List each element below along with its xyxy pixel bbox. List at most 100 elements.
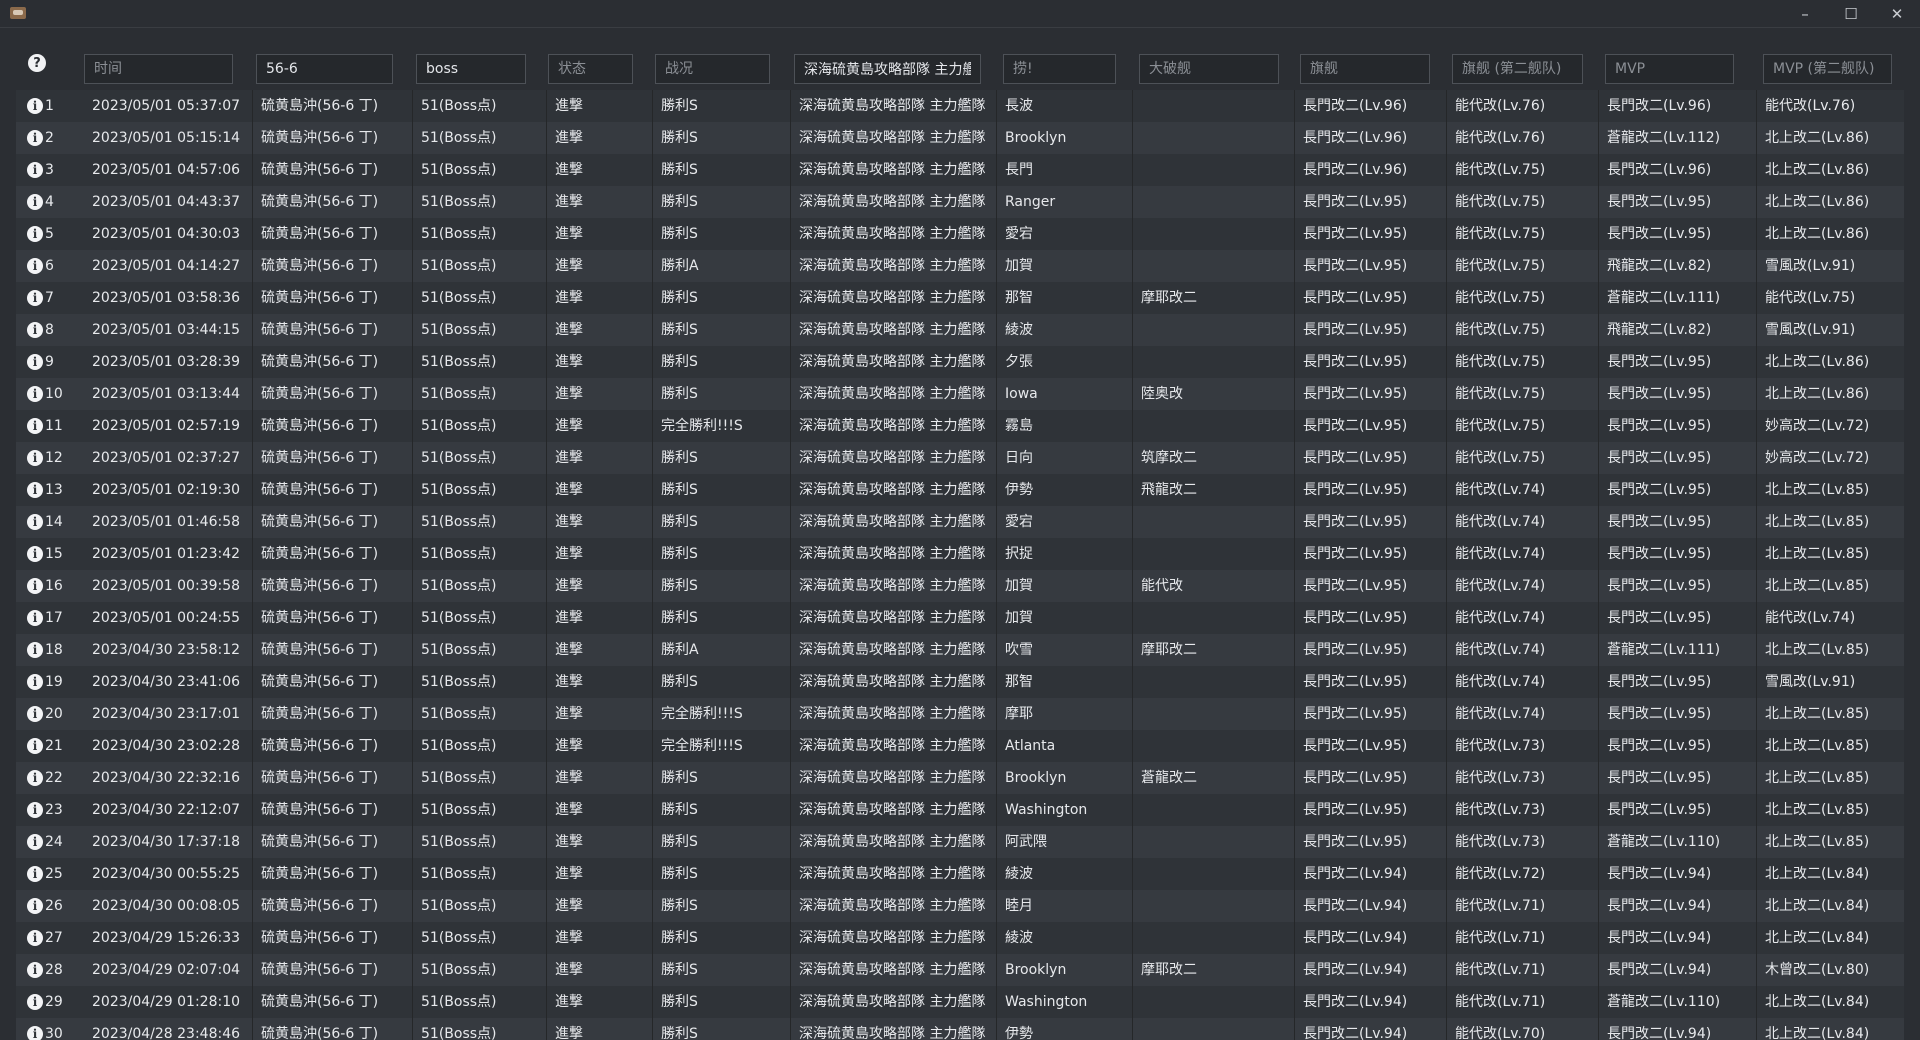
info-icon[interactable]: i — [27, 994, 43, 1010]
cell-status: 進撃 — [546, 218, 652, 250]
filter-flagship2-input[interactable] — [1452, 54, 1583, 84]
filter-time-input[interactable] — [84, 54, 233, 84]
table-row[interactable]: i 4 2023/05/01 04:43:37 硫黄島沖(56-6 丁) 51(Boss… — [16, 186, 1904, 218]
table-row[interactable]: i 19 2023/04/30 23:41:06 硫黄島沖(56-6 丁) 51(Bos… — [16, 666, 1904, 698]
cell-result: 完全勝利!!!S — [652, 730, 790, 762]
table-row[interactable]: i 24 2023/04/30 17:37:18 硫黄島沖(56-6 丁) 51(Bos… — [16, 826, 1904, 858]
filter-status-input[interactable] — [548, 54, 633, 84]
info-icon[interactable]: i — [27, 674, 43, 690]
info-icon[interactable]: i — [27, 1026, 43, 1040]
filter-enemy-input[interactable] — [794, 54, 981, 84]
row-number: 30 — [45, 1026, 63, 1040]
info-icon[interactable]: i — [27, 866, 43, 882]
info-icon[interactable]: i — [27, 194, 43, 210]
cell-map: 硫黄島沖(56-6 丁) — [252, 730, 412, 762]
table-row[interactable]: i 7 2023/05/01 03:58:36 硫黄島沖(56-6 丁) 51(Boss… — [16, 282, 1904, 314]
info-icon[interactable]: i — [27, 898, 43, 914]
info-icon[interactable]: i — [27, 482, 43, 498]
cell-result: 勝利S — [652, 90, 790, 122]
table-row[interactable]: i 10 2023/05/01 03:13:44 硫黄島沖(56-6 丁) 51(Bos… — [16, 378, 1904, 410]
info-icon[interactable]: i — [27, 162, 43, 178]
info-icon[interactable]: i — [27, 834, 43, 850]
info-icon[interactable]: i — [27, 322, 43, 338]
cell-mvp2: 北上改二(Lv.86) — [1756, 186, 1904, 218]
info-icon[interactable]: i — [27, 514, 43, 530]
info-icon[interactable]: i — [27, 546, 43, 562]
cell-mvp2: 北上改二(Lv.84) — [1756, 1018, 1904, 1040]
cell-mvp: 長門改二(Lv.95) — [1598, 378, 1756, 410]
info-icon[interactable]: i — [27, 642, 43, 658]
table-row[interactable]: i 15 2023/05/01 01:23:42 硫黄島沖(56-6 丁) 51(Bos… — [16, 538, 1904, 570]
info-icon[interactable]: i — [27, 802, 43, 818]
info-icon[interactable]: i — [27, 738, 43, 754]
filter-mvp-input[interactable] — [1605, 54, 1734, 84]
cell-status: 進撃 — [546, 378, 652, 410]
table-row[interactable]: i 18 2023/04/30 23:58:12 硫黄島沖(56-6 丁) 51(Bos… — [16, 634, 1904, 666]
table-row[interactable]: i 11 2023/05/01 02:57:19 硫黄島沖(56-6 丁) 51(Bos… — [16, 410, 1904, 442]
table-row[interactable]: i 21 2023/04/30 23:02:28 硫黄島沖(56-6 丁) 51(Bos… — [16, 730, 1904, 762]
table-row[interactable]: i 1 2023/05/01 05:37:07 硫黄島沖(56-6 丁) 51(Boss… — [16, 90, 1904, 122]
info-icon[interactable]: i — [27, 290, 43, 306]
cell-damaged — [1132, 826, 1294, 858]
table-row[interactable]: i 29 2023/04/29 01:28:10 硫黄島沖(56-6 丁) 51(Bos… — [16, 986, 1904, 1018]
row-number: 3 — [45, 162, 54, 178]
filter-flagship-input[interactable] — [1300, 54, 1430, 84]
table-row[interactable]: i 25 2023/04/30 00:55:25 硫黄島沖(56-6 丁) 51(Bos… — [16, 858, 1904, 890]
filter-drop-input[interactable] — [1003, 54, 1116, 84]
row-number: 2 — [45, 130, 54, 146]
table-row[interactable]: i 17 2023/05/01 00:24:55 硫黄島沖(56-6 丁) 51(Bos… — [16, 602, 1904, 634]
row-number: 6 — [45, 258, 54, 274]
filter-mvp2-input[interactable] — [1763, 54, 1892, 84]
table-row[interactable]: i 5 2023/05/01 04:30:03 硫黄島沖(56-6 丁) 51(Boss… — [16, 218, 1904, 250]
table-row[interactable]: i 13 2023/05/01 02:19:30 硫黄島沖(56-6 丁) 51(Bos… — [16, 474, 1904, 506]
table-row[interactable]: i 26 2023/04/30 00:08:05 硫黄島沖(56-6 丁) 51(Bos… — [16, 890, 1904, 922]
cell-flag: 長門改二(Lv.94) — [1294, 922, 1446, 954]
close-button[interactable]: ✕ — [1874, 0, 1920, 28]
table-row[interactable]: i 22 2023/04/30 22:32:16 硫黄島沖(56-6 丁) 51(Bos… — [16, 762, 1904, 794]
filter-node-input[interactable] — [416, 54, 526, 84]
table-row[interactable]: i 27 2023/04/29 15:26:33 硫黄島沖(56-6 丁) 51(Bos… — [16, 922, 1904, 954]
cell-drop: 加賀 — [996, 570, 1132, 602]
info-icon[interactable]: i — [27, 258, 43, 274]
table-row[interactable]: i 14 2023/05/01 01:46:58 硫黄島沖(56-6 丁) 51(Bos… — [16, 506, 1904, 538]
info-icon[interactable]: i — [27, 706, 43, 722]
help-icon[interactable]: ? — [28, 54, 46, 72]
cell-mvp2: 北上改二(Lv.85) — [1756, 538, 1904, 570]
table-row[interactable]: i 16 2023/05/01 00:39:58 硫黄島沖(56-6 丁) 51(Bos… — [16, 570, 1904, 602]
cell-drop: 吹雪 — [996, 634, 1132, 666]
table-row[interactable]: i 3 2023/05/01 04:57:06 硫黄島沖(56-6 丁) 51(Boss… — [16, 154, 1904, 186]
info-icon[interactable]: i — [27, 578, 43, 594]
filter-result-input[interactable] — [655, 54, 770, 84]
cell-damaged — [1132, 314, 1294, 346]
table-row[interactable]: i 2 2023/05/01 05:15:14 硫黄島沖(56-6 丁) 51(Boss… — [16, 122, 1904, 154]
cell-mvp: 長門改二(Lv.95) — [1598, 666, 1756, 698]
info-icon[interactable]: i — [27, 962, 43, 978]
info-icon[interactable]: i — [27, 130, 43, 146]
info-icon[interactable]: i — [27, 930, 43, 946]
table-row[interactable]: i 28 2023/04/29 02:07:04 硫黄島沖(56-6 丁) 51(Bos… — [16, 954, 1904, 986]
minimize-button[interactable]: – — [1782, 0, 1828, 28]
table-row[interactable]: i 23 2023/04/30 22:12:07 硫黄島沖(56-6 丁) 51(Bos… — [16, 794, 1904, 826]
cell-enemy: 深海硫黄島攻略部隊 主力艦隊 — [790, 826, 996, 858]
info-icon[interactable]: i — [27, 450, 43, 466]
table-row[interactable]: i 30 2023/04/28 23:48:46 硫黄島沖(56-6 丁) 51(Bos… — [16, 1018, 1904, 1040]
table-row[interactable]: i 6 2023/05/01 04:14:27 硫黄島沖(56-6 丁) 51(Boss… — [16, 250, 1904, 282]
table-row[interactable]: i 9 2023/05/01 03:28:39 硫黄島沖(56-6 丁) 51(Boss… — [16, 346, 1904, 378]
cell-enemy: 深海硫黄島攻略部隊 主力艦隊 — [790, 474, 996, 506]
cell-mvp2: 北上改二(Lv.84) — [1756, 986, 1904, 1018]
info-icon[interactable]: i — [27, 610, 43, 626]
maximize-button[interactable]: ☐ — [1828, 0, 1874, 28]
info-icon[interactable]: i — [27, 418, 43, 434]
table-row[interactable]: i 8 2023/05/01 03:44:15 硫黄島沖(56-6 丁) 51(Boss… — [16, 314, 1904, 346]
table-row[interactable]: i 20 2023/04/30 23:17:01 硫黄島沖(56-6 丁) 51(Bos… — [16, 698, 1904, 730]
info-icon[interactable]: i — [27, 386, 43, 402]
info-icon[interactable]: i — [27, 770, 43, 786]
table-row[interactable]: i 12 2023/05/01 02:37:27 硫黄島沖(56-6 丁) 51(Bos… — [16, 442, 1904, 474]
cell-enemy: 深海硫黄島攻略部隊 主力艦隊 — [790, 442, 996, 474]
info-icon[interactable]: i — [27, 226, 43, 242]
info-icon[interactable]: i — [27, 354, 43, 370]
filter-damaged-input[interactable] — [1139, 54, 1279, 84]
cell-damaged: 摩耶改二 — [1132, 954, 1294, 986]
info-icon[interactable]: i — [27, 98, 43, 114]
filter-map-input[interactable] — [256, 54, 393, 84]
